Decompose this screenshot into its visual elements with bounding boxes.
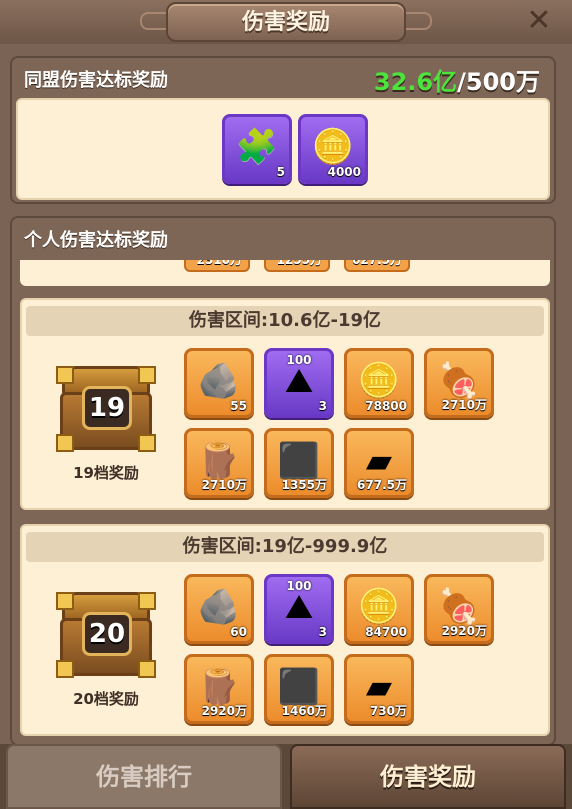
hero-puzzle-icon: 🧩: [235, 127, 279, 167]
reward-tier-card: 伤害区间:10.6亿-19亿 19 19档奖励 🪨 55 ⛰ 100 3 🪙 78800 🍖 2710…: [20, 298, 550, 510]
item-count: 4000: [327, 165, 361, 179]
progress-current: 32.6亿: [373, 68, 458, 96]
bottom-tabs: 伤害排行 伤害奖励: [0, 744, 572, 809]
reward-item[interactable]: 1255万: [264, 260, 330, 272]
window-title: 伤害奖励: [241, 10, 330, 35]
close-icon[interactable]: ✕: [524, 6, 554, 36]
tier-reward-items: 🪨 60 ⛰ 100 3 🪙 84700 🍖 2920万 🪵 2920万 ⬛ 1460万 ▰ 730万: [184, 574, 504, 724]
title-bar: 伤害奖励 ✕: [0, 0, 572, 44]
reward-item[interactable]: 🧩 5: [222, 114, 292, 184]
progress-target: /500万: [457, 68, 540, 96]
treasure-chest-icon: 19: [56, 366, 156, 452]
reward-item[interactable]: 🪵 2710万: [184, 428, 254, 498]
alliance-section-title: 同盟伤害达标奖励: [24, 70, 168, 91]
damage-range: 伤害区间:19亿-999.9亿: [26, 532, 544, 562]
alliance-reward-section: 同盟伤害达标奖励 32.6亿/500万 🧩 5 🪙 4000: [10, 56, 556, 204]
reward-item[interactable]: ⬛ 1460万: [264, 654, 334, 724]
tier-label: 20档奖励: [73, 690, 139, 708]
item-count: 627.5万: [352, 260, 402, 267]
item-count: 55: [230, 399, 247, 413]
item-count: 1355万: [281, 478, 327, 492]
reward-item[interactable]: 🍖 2920万: [424, 574, 494, 644]
item-count: 3: [318, 625, 327, 639]
tier-badge: 20: [82, 612, 132, 656]
reward-item[interactable]: 🪨 60: [184, 574, 254, 644]
previous-tier-stub: 2310万 1255万 627.5万: [20, 260, 550, 286]
item-count: 1460万: [281, 704, 327, 718]
tab-damage-reward[interactable]: 伤害奖励: [290, 744, 566, 809]
item-count: 5: [276, 165, 285, 179]
item-count: 3: [318, 399, 327, 413]
item-count: 2920万: [441, 624, 487, 638]
tier-badge: 19: [82, 386, 132, 430]
item-level: 100: [286, 353, 312, 367]
gold-coin-icon: 🪙: [311, 127, 355, 167]
reward-item[interactable]: 2310万: [184, 260, 250, 272]
item-count: 1255万: [276, 260, 322, 267]
damage-range: 伤害区间:10.6亿-19亿: [26, 306, 544, 336]
item-count: 677.5万: [357, 478, 407, 492]
tier-label: 19档奖励: [73, 464, 139, 482]
reward-item[interactable]: 627.5万: [344, 260, 410, 272]
alliance-progress: 32.6亿/500万: [374, 62, 540, 97]
reward-item[interactable]: ⬛ 1355万: [264, 428, 334, 498]
ore-chunk-icon: 🪨: [197, 361, 241, 401]
damage-reward-window: 伤害奖励 ✕ 同盟伤害达标奖励 32.6亿/500万 🧩 5 🪙 4000 个人伤害达…: [0, 0, 572, 809]
item-count: 78800: [365, 399, 407, 413]
ore-chunk-icon: 🪨: [197, 587, 241, 627]
item-count: 2310万: [196, 260, 242, 267]
personal-reward-section: 个人伤害达标奖励 2310万 1255万 627.5万 伤害区间:10.6亿-19亿…: [10, 216, 556, 746]
reward-tier-card: 伤害区间:19亿-999.9亿 20 20档奖励 🪨 60 ⛰ 100 3 🪙 84700 🍖 292…: [20, 524, 550, 736]
tab-damage-ranking[interactable]: 伤害排行: [6, 744, 282, 809]
item-level: 100: [286, 579, 312, 593]
reward-item[interactable]: 🪵 2920万: [184, 654, 254, 724]
reward-item[interactable]: 🪙 84700: [344, 574, 414, 644]
alliance-reward-panel: 🧩 5 🪙 4000: [16, 98, 550, 200]
title-plate: 伤害奖励: [166, 2, 406, 42]
gold-coin-icon: 🪙: [357, 587, 401, 627]
reward-item[interactable]: 🪙 4000: [298, 114, 368, 184]
reward-item[interactable]: 🍖 2710万: [424, 348, 494, 418]
reward-item[interactable]: ⛰ 100 3: [264, 574, 334, 644]
item-count: 2710万: [201, 478, 247, 492]
treasure-chest-icon: 20: [56, 592, 156, 678]
personal-section-title: 个人伤害达标奖励: [24, 230, 168, 251]
reward-item[interactable]: ▰ 730万: [344, 654, 414, 724]
tier-reward-items: 🪨 55 ⛰ 100 3 🪙 78800 🍖 2710万 🪵 2710万 ⬛ 1355万 ▰ 677.5万: [184, 348, 504, 498]
reward-item[interactable]: ▰ 677.5万: [344, 428, 414, 498]
tier-list[interactable]: 2310万 1255万 627.5万 伤害区间:10.6亿-19亿 19 19档奖励 🪨 5…: [20, 260, 550, 748]
item-count: 2710万: [441, 398, 487, 412]
item-count: 84700: [365, 625, 407, 639]
reward-item[interactable]: 🪙 78800: [344, 348, 414, 418]
reward-item[interactable]: 🪨 55: [184, 348, 254, 418]
item-count: 2920万: [201, 704, 247, 718]
gold-coin-icon: 🪙: [357, 361, 401, 401]
reward-item[interactable]: ⛰ 100 3: [264, 348, 334, 418]
item-count: 730万: [369, 704, 407, 718]
item-count: 60: [230, 625, 247, 639]
